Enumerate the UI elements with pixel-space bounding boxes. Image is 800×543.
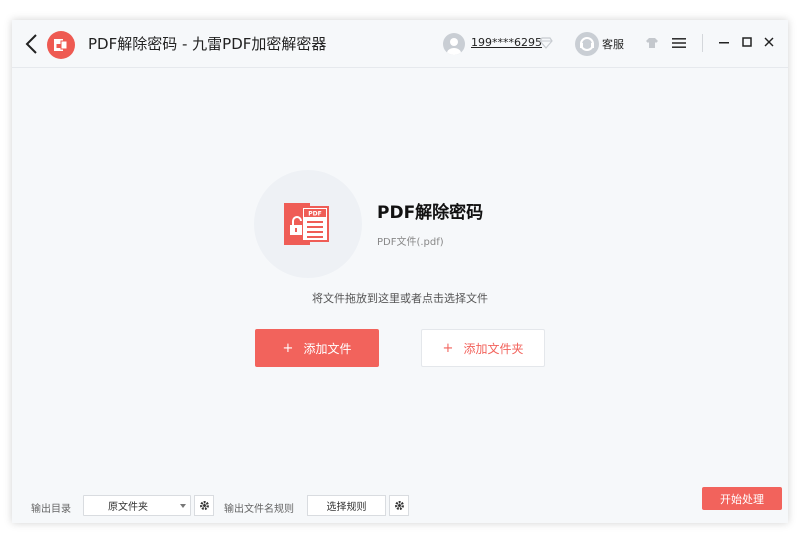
gear-icon [394,501,404,510]
gear-icon [199,501,209,510]
pdf-lock-icon [54,39,68,51]
skin-icon[interactable] [645,37,659,49]
tool-icon-area: PDF [254,170,362,278]
add-file-button[interactable]: + 添加文件 [255,329,379,367]
username-link[interactable]: 199****6295 [471,36,542,49]
output-dir-settings-button[interactable] [194,495,214,516]
rule-settings-button[interactable] [389,495,409,516]
chevron-left-icon [25,34,37,54]
choose-rule-button[interactable]: 选择规则 [307,495,386,516]
output-dir-value: 原文件夹 [108,502,148,513]
plus-icon: + [282,340,294,356]
filename-rule-label: 输出文件名规则 [224,504,294,515]
add-folder-button[interactable]: + 添加文件夹 [421,329,545,367]
output-dir-select[interactable]: 原文件夹 [83,495,191,516]
close-icon [764,37,774,47]
close-button[interactable] [761,34,777,50]
pdf-badge-text: PDF [308,211,321,218]
menu-icon[interactable] [672,37,686,49]
service-link[interactable]: 客服 [602,36,624,52]
start-button[interactable]: 开始处理 [702,487,782,510]
window-title: PDF解除密码 - 九雷PDF加密解密器 [88,35,327,53]
headset-icon [580,37,594,51]
back-button[interactable] [24,33,40,55]
tool-file-type: PDF文件(.pdf) [377,237,444,248]
user-icon [447,38,461,55]
app-window: PDF解除密码 - 九雷PDF加密解密器 199****6295 客服 PDF … [12,20,788,523]
user-avatar[interactable] [443,33,465,55]
maximize-icon [742,37,752,47]
service-avatar[interactable] [575,32,599,56]
diamond-icon[interactable] [539,37,553,49]
add-file-label: 添加文件 [303,341,352,356]
tool-title: PDF解除密码 [377,203,484,223]
output-dir-label: 输出目录 [31,504,71,515]
title-bar: PDF解除密码 - 九雷PDF加密解密器 199****6295 客服 [12,20,788,68]
maximize-button[interactable] [739,34,755,50]
titlebar-divider [702,34,703,52]
app-logo [47,31,75,59]
add-folder-label: 添加文件夹 [463,341,524,356]
minimize-icon [719,42,729,44]
caret-down-icon [180,504,186,508]
minimize-button[interactable] [716,34,732,50]
drop-hint[interactable]: 将文件拖放到这里或者点击选择文件 [12,290,788,306]
pdf-unlock-icon: PDF [284,203,329,245]
plus-icon: + [442,340,454,356]
